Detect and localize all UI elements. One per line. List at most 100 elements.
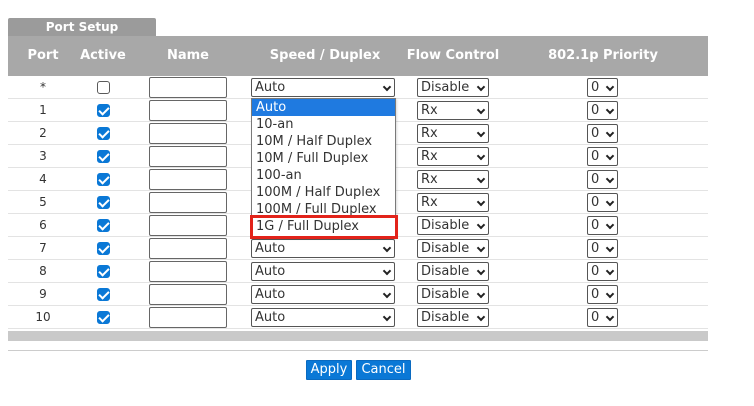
active-checkbox[interactable] [97, 196, 110, 209]
port-name-input[interactable] [149, 307, 227, 328]
speed-duplex-select[interactable]: Auto [251, 262, 395, 281]
chevron-down-icon [382, 289, 392, 299]
flow-control-select[interactable]: Disable [417, 285, 489, 304]
flow-control-select[interactable]: Rx [417, 147, 489, 166]
priority-select[interactable]: 0 [587, 216, 618, 235]
table-header: Port Active Name Speed / Duplex Flow Con… [8, 36, 708, 76]
chevron-down-icon [605, 266, 615, 276]
port-name-input[interactable] [149, 169, 227, 190]
chevron-down-icon [382, 243, 392, 253]
chevron-down-icon [605, 243, 615, 253]
port-name-input[interactable] [149, 192, 227, 213]
chevron-down-icon [605, 151, 615, 161]
port-number: * [40, 80, 46, 94]
port-number: 2 [39, 126, 47, 140]
flow-control-select[interactable]: Disable [417, 239, 489, 258]
speed-duplex-select[interactable]: Auto [251, 285, 395, 304]
flow-control-select[interactable]: Disable [417, 262, 489, 281]
priority-select[interactable]: 0 [587, 170, 618, 189]
priority-select[interactable]: 0 [587, 262, 618, 281]
port-name-input[interactable] [149, 215, 227, 236]
speed-duplex-select-value: Auto [255, 310, 286, 325]
table-row: 7 Auto Disable 0 [8, 237, 708, 260]
active-checkbox[interactable] [97, 104, 110, 117]
divider [8, 350, 708, 351]
flow-control-select[interactable]: Rx [417, 101, 489, 120]
priority-select[interactable]: 0 [587, 147, 618, 166]
speed-duplex-select[interactable]: Auto [251, 308, 395, 327]
speed-duplex-select[interactable]: Auto [251, 78, 395, 97]
priority-select-value: 0 [591, 80, 600, 95]
priority-select[interactable]: 0 [587, 285, 618, 304]
port-name-input[interactable] [149, 284, 227, 305]
speed-option[interactable]: 10M / Half Duplex [252, 133, 395, 150]
chevron-down-icon [605, 82, 615, 92]
port-number: 9 [39, 287, 47, 301]
priority-select-value: 0 [591, 103, 600, 118]
column-header-name: Name [166, 48, 209, 63]
priority-select[interactable]: 0 [587, 308, 618, 327]
speed-duplex-select-value: Auto [255, 80, 286, 95]
speed-duplex-select-value: Auto [255, 287, 286, 302]
active-checkbox[interactable] [97, 173, 110, 186]
flow-control-select[interactable]: Rx [417, 170, 489, 189]
priority-select-value: 0 [591, 264, 600, 279]
panel-title-tab: Port Setup [8, 18, 156, 36]
speed-duplex-select[interactable]: Auto [251, 239, 395, 258]
chevron-down-icon [605, 128, 615, 138]
speed-option[interactable]: Auto [252, 99, 395, 116]
cancel-button[interactable]: Cancel [356, 360, 411, 380]
port-name-input[interactable] [149, 100, 227, 121]
priority-select[interactable]: 0 [587, 239, 618, 258]
column-header-speed-duplex: Speed / Duplex [269, 48, 381, 63]
active-checkbox[interactable] [97, 288, 110, 301]
priority-select[interactable]: 0 [587, 101, 618, 120]
column-header-active: Active [80, 48, 126, 63]
flow-control-select[interactable]: Disable [417, 78, 489, 97]
priority-select[interactable]: 0 [587, 78, 618, 97]
chevron-down-icon [476, 312, 486, 322]
port-number: 5 [39, 195, 47, 209]
active-checkbox[interactable] [97, 219, 110, 232]
flow-control-select[interactable]: Rx [417, 124, 489, 143]
table-footer-bar [8, 331, 708, 341]
port-name-input[interactable] [149, 261, 227, 282]
flow-control-select-value: Rx [421, 195, 438, 210]
flow-control-select-value: Disable [421, 241, 470, 256]
apply-button[interactable]: Apply [306, 360, 352, 380]
active-checkbox[interactable] [97, 150, 110, 163]
speed-option[interactable]: 100M / Half Duplex [252, 184, 395, 201]
port-name-input[interactable] [149, 77, 227, 98]
priority-select-value: 0 [591, 287, 600, 302]
port-number: 7 [39, 241, 47, 255]
flow-control-select[interactable]: Disable [417, 216, 489, 235]
speed-option[interactable]: 10-an [252, 116, 395, 133]
active-checkbox[interactable] [97, 81, 110, 94]
priority-select[interactable]: 0 [587, 193, 618, 212]
chevron-down-icon [476, 220, 486, 230]
speed-option[interactable]: 10M / Full Duplex [252, 150, 395, 167]
active-checkbox[interactable] [97, 311, 110, 324]
flow-control-select-value: Rx [421, 126, 438, 141]
priority-select-value: 0 [591, 149, 600, 164]
chevron-down-icon [605, 289, 615, 299]
port-name-input[interactable] [149, 238, 227, 259]
flow-control-select-value: Disable [421, 287, 470, 302]
priority-select[interactable]: 0 [587, 124, 618, 143]
highlight-annotation-box [250, 215, 398, 239]
flow-control-select-value: Disable [421, 264, 470, 279]
speed-option[interactable]: 100-an [252, 167, 395, 184]
port-number: 8 [39, 264, 47, 278]
port-name-input[interactable] [149, 146, 227, 167]
active-checkbox[interactable] [97, 242, 110, 255]
table-row: * Auto Disable 0 [8, 76, 708, 99]
port-name-input[interactable] [149, 123, 227, 144]
active-checkbox[interactable] [97, 265, 110, 278]
active-checkbox[interactable] [97, 127, 110, 140]
chevron-down-icon [476, 266, 486, 276]
flow-control-select[interactable]: Rx [417, 193, 489, 212]
chevron-down-icon [476, 105, 486, 115]
port-number: 10 [35, 310, 51, 324]
flow-control-select[interactable]: Disable [417, 308, 489, 327]
chevron-down-icon [476, 174, 486, 184]
